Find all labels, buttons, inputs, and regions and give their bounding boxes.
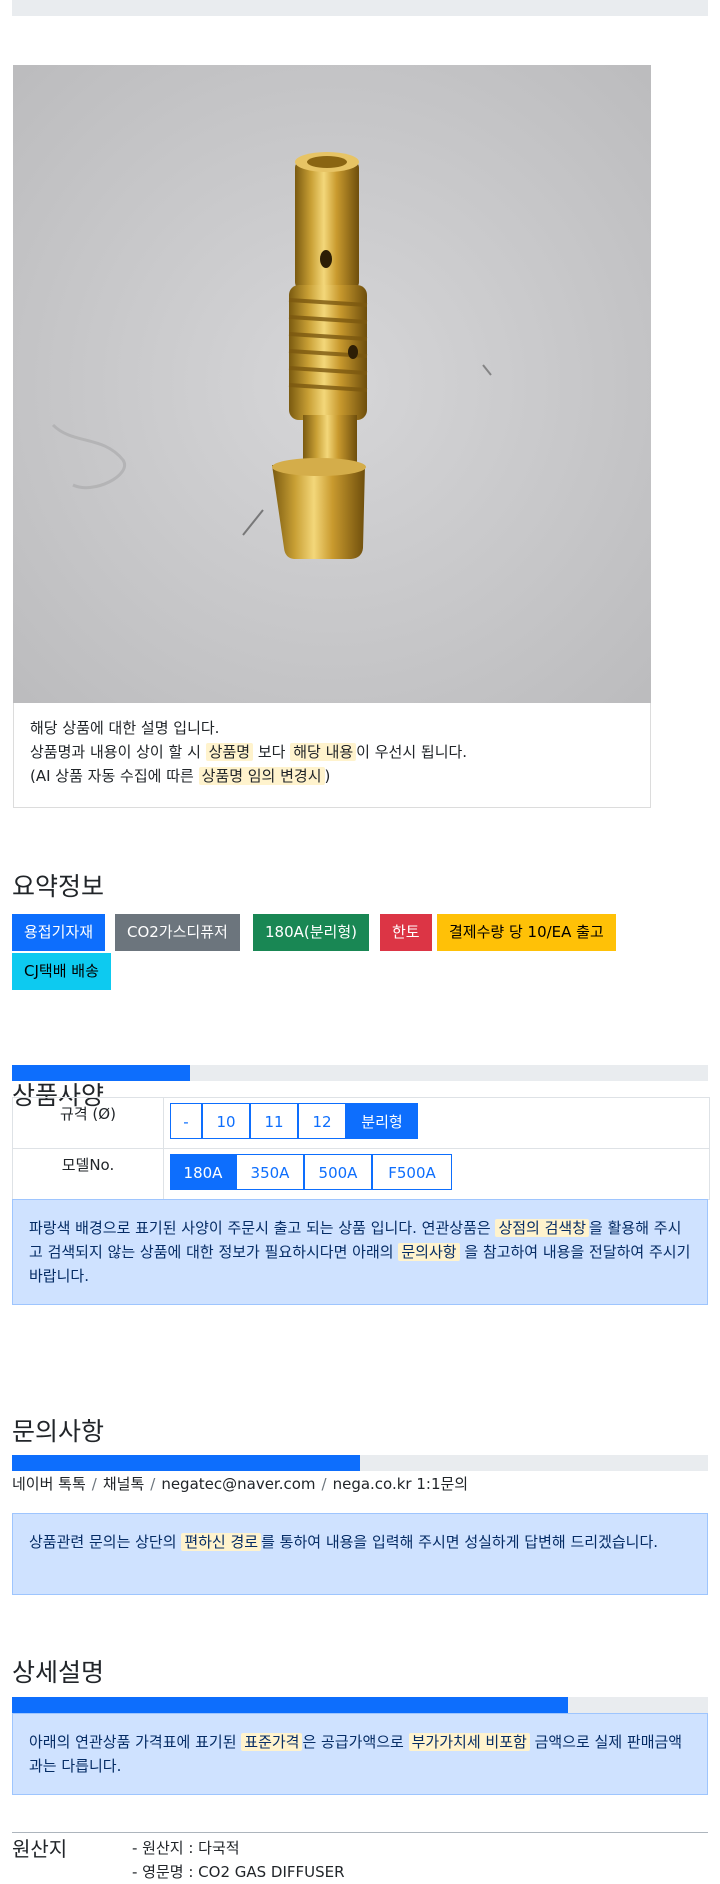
inquiry-title: 문의사항	[12, 1417, 105, 1446]
top-divider	[12, 0, 708, 16]
alert-text: 아래의 연관상품 가격표에 표기된	[29, 1733, 242, 1751]
badge-category[interactable]: 용접기자재	[12, 914, 106, 951]
badge-spec[interactable]: 180A(분리형)	[253, 914, 369, 951]
alert-text: 파랑색 배경으로 표기된 사양이 주문시 출고 되는 상품 입니다. 연관상품은	[29, 1219, 496, 1237]
notice-line-2: 상품명과 내용이 상이 할 시 상품명 보다 해당 내용 이 우선시 됩니다.	[30, 742, 467, 762]
badge-shipping[interactable]: CJ택배 배송	[12, 953, 111, 990]
spec-progress	[12, 1065, 708, 1081]
origin-divider	[12, 1832, 708, 1833]
alert-highlight: 상점의 검색창	[495, 1219, 590, 1237]
spec-row-model: 모델No. 180A 350A 500A F500A	[13, 1149, 709, 1200]
summary-title: 요약정보	[12, 872, 105, 901]
inquiry-alert: 상품관련 문의는 상단의 편하신 경로 를 통하여 내용을 입력해 주시면 성실하…	[12, 1513, 708, 1595]
gas-diffuser-photo	[13, 65, 651, 703]
link-separator: /	[91, 1475, 97, 1493]
inquiry-progress	[12, 1455, 708, 1471]
detail-progress-fill	[12, 1697, 568, 1713]
alert-text: 상품관련 문의는 상단의	[29, 1533, 182, 1551]
spec-table: 규격 (Ø) - 10 11 12 분리형 모델No. 180A 350A 50…	[12, 1097, 710, 1200]
alert-highlight: 표준가격	[241, 1733, 303, 1751]
notice-text: )	[324, 767, 331, 785]
badge-quantity[interactable]: 결제수량 당 10/EA 출고	[437, 914, 616, 951]
link-naver-talktalk[interactable]: 네이버 톡톡	[12, 1475, 86, 1493]
spec-alert-text: 파랑색 배경으로 표기된 사양이 주문시 출고 되는 상품 입니다. 연관상품은…	[13, 1200, 707, 1304]
option-size-12[interactable]: 12	[298, 1103, 346, 1139]
spec-progress-fill	[12, 1065, 190, 1081]
notice-highlight: 상품명	[205, 743, 254, 761]
option-model-180a[interactable]: 180A	[170, 1154, 236, 1190]
notice-text: 이 우선시 됩니다.	[356, 743, 468, 761]
alert-text: 은 공급가액으로	[302, 1733, 409, 1751]
product-image	[13, 65, 651, 703]
origin-label: 원산지	[12, 1837, 68, 1861]
badge-brand[interactable]: 한토	[380, 914, 432, 951]
inquiry-progress-fill	[12, 1455, 360, 1471]
option-size-10[interactable]: 10	[202, 1103, 250, 1139]
option-size-11[interactable]: 11	[250, 1103, 298, 1139]
option-model-350a[interactable]: 350A	[236, 1154, 304, 1190]
inquiry-links: 네이버 톡톡 / 채널톡 / negatec@naver.com / nega.co.kr …	[12, 1474, 468, 1494]
notice-line-3: (AI 상품 자동 수집에 따른 상품명 임의 변경시)	[30, 766, 330, 786]
alert-text: 를 통하여 내용을 입력해 주시면 성실하게 답변해 드리겠습니다.	[261, 1533, 659, 1551]
link-email[interactable]: negatec@naver.com	[161, 1475, 315, 1493]
inquiry-alert-text: 상품관련 문의는 상단의 편하신 경로 를 통하여 내용을 입력해 주시면 성실하…	[13, 1514, 707, 1570]
alert-highlight: 편하신 경로	[181, 1533, 262, 1551]
link-site-inquiry[interactable]: nega.co.kr 1:1문의	[333, 1475, 469, 1493]
detail-title: 상세설명	[12, 1658, 105, 1687]
notice-text: 보다	[253, 743, 291, 761]
alert-highlight: 문의사항	[398, 1243, 460, 1261]
option-size-split[interactable]: 분리형	[346, 1103, 418, 1139]
spec-label-model: 모델No.	[13, 1149, 164, 1199]
detail-alert: 아래의 연관상품 가격표에 표기된 표준가격 은 공급가액으로 부가가치세 비포함…	[12, 1713, 708, 1795]
notice-highlight: 해당 내용	[290, 743, 357, 761]
spec-label-size: 규격 (Ø)	[13, 1098, 164, 1148]
badge-product-type[interactable]: CO2가스디퓨저	[115, 914, 240, 951]
option-model-500a[interactable]: 500A	[304, 1154, 372, 1190]
product-notice: 해당 상품에 대한 설명 입니다. 상품명과 내용이 상이 할 시 상품명 보다…	[13, 703, 651, 808]
detail-alert-text: 아래의 연관상품 가격표에 표기된 표준가격 은 공급가액으로 부가가치세 비포함…	[13, 1714, 707, 1794]
alert-highlight: 부가가치세 비포함	[408, 1733, 530, 1751]
detail-progress	[12, 1697, 708, 1713]
option-model-f500a[interactable]: F500A	[372, 1154, 452, 1190]
summary-badges: 용접기자재 CO2가스디퓨저 180A(분리형) 한토 결제수량 당 10/EA…	[12, 914, 708, 994]
notice-highlight: 상품명 임의 변경시	[198, 767, 325, 785]
link-separator: /	[150, 1475, 156, 1493]
option-size-none[interactable]: -	[170, 1103, 202, 1139]
notice-text: (AI 상품 자동 수집에 따른	[30, 767, 199, 785]
notice-line-1: 해당 상품에 대한 설명 입니다.	[30, 719, 220, 737]
origin-english-name: - 영문명 : CO2 GAS DIFFUSER	[132, 1863, 345, 1881]
origin-country: - 원산지 : 다국적	[132, 1839, 240, 1857]
notice-text: 상품명과 내용이 상이 할 시	[30, 743, 206, 761]
spec-row-size: 규격 (Ø) - 10 11 12 분리형	[13, 1098, 709, 1149]
spec-alert: 파랑색 배경으로 표기된 사양이 주문시 출고 되는 상품 입니다. 연관상품은…	[12, 1199, 708, 1305]
link-channel-talk[interactable]: 채널톡	[103, 1475, 144, 1493]
link-separator: /	[321, 1475, 327, 1493]
